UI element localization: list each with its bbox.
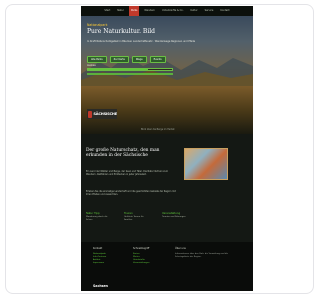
progress-fill bbox=[88, 69, 149, 70]
hero-title: Pure Naturkultur. Bild bbox=[87, 28, 156, 35]
paragraph-1: Ein Land der Wälder und Berge, der Seen … bbox=[86, 170, 168, 176]
progress-bar bbox=[87, 68, 173, 71]
hero-button-events[interactable]: Events bbox=[149, 56, 166, 63]
hero-button-ways[interactable]: Wege bbox=[131, 56, 147, 63]
footer-text: Informationen über den Park, die Verwalt… bbox=[175, 253, 229, 258]
map-image[interactable] bbox=[184, 148, 228, 180]
hero-banner: Nationalpark Pure Naturkultur. Bild In K… bbox=[81, 16, 253, 134]
footer-link[interactable]: Veranstaltungen bbox=[133, 262, 149, 265]
webpage-thumbnail[interactable]: Start Natur Parks Wandern Unterkünfte & … bbox=[81, 6, 253, 291]
feature-heading: Veranstaltung bbox=[162, 212, 181, 215]
feature-heading: Natur Tipp bbox=[86, 212, 100, 215]
footer-heading: Schnellzugriff bbox=[133, 247, 150, 250]
logo-mark-icon bbox=[88, 110, 93, 118]
footer-signature: Sachsen bbox=[93, 284, 108, 288]
feature-text: Geführte Touren für Familien bbox=[124, 216, 144, 221]
footer-column-quicklinks: Schnellzugriff Karten Wetter Unterkünfte… bbox=[133, 247, 149, 265]
footer-column-contact: Kontakt Nationalpark Info-Zentrum Anfahr… bbox=[93, 247, 106, 265]
nav-item-wandern[interactable]: Wandern bbox=[142, 6, 157, 16]
section-title: Der große Naturschatz, den man erkunden … bbox=[86, 148, 160, 158]
footer-heading: Kontakt bbox=[93, 247, 103, 250]
hero-caption: Blick über die Berge im Herbst bbox=[141, 128, 175, 131]
hero-button-map[interactable]: Zur Karte bbox=[109, 56, 129, 63]
nav-item-unterkuenfte[interactable]: Unterkünfte & Co. bbox=[160, 6, 185, 16]
main-content: Der große Naturschatz, den man erkunden … bbox=[81, 134, 253, 242]
hero-button-parks[interactable]: Alle Parks bbox=[87, 56, 107, 63]
hero-text: In Kraft Naturschutzgebiet in Bäumen Lan… bbox=[87, 40, 196, 43]
feature-columns: Natur Tipp Wanderung durch die Felsen To… bbox=[86, 212, 190, 222]
logo-text: SÄCHSISCHE bbox=[93, 112, 117, 116]
feature-column[interactable]: Touren Geführte Touren für Familien bbox=[124, 212, 152, 222]
top-nav: Start Natur Parks Wandern Unterkünfte & … bbox=[81, 6, 253, 16]
feature-text: Wanderung durch die Felsen bbox=[86, 216, 108, 221]
nav-item-kontakt[interactable]: Kontakt bbox=[218, 6, 231, 16]
feature-text: Termine und Führungen bbox=[162, 216, 186, 218]
progress-label: Ausbau bbox=[87, 64, 96, 67]
paragraph-2: Erleben Sie die einmalige Landschaft und… bbox=[86, 190, 176, 196]
mountain-silhouette bbox=[81, 56, 253, 86]
nav-item-start[interactable]: Start bbox=[102, 6, 112, 16]
feature-column[interactable]: Veranstaltung Termine und Führungen bbox=[162, 212, 190, 222]
nav-item-natur[interactable]: Natur bbox=[115, 6, 126, 16]
brand-logo[interactable]: SÄCHSISCHE bbox=[87, 109, 117, 119]
hero-button-row: Alle Parks Zur Karte Wege Events bbox=[87, 56, 166, 63]
footer-heading: Über uns bbox=[175, 247, 186, 250]
hero-kicker: Nationalpark bbox=[87, 23, 108, 27]
nav-item-service[interactable]: Service bbox=[203, 6, 216, 16]
nav-item-kultur[interactable]: Kultur bbox=[188, 6, 199, 16]
footer-link[interactable]: Impressum bbox=[93, 262, 106, 265]
feature-heading: Touren bbox=[124, 212, 133, 215]
footer-column-about: Über uns Informationen über den Park, di… bbox=[175, 247, 231, 259]
footer: Kontakt Nationalpark Info-Zentrum Anfahr… bbox=[81, 242, 253, 291]
nav-item-parks[interactable]: Parks bbox=[128, 6, 140, 16]
progress-underline bbox=[87, 73, 173, 75]
feature-column[interactable]: Natur Tipp Wanderung durch die Felsen bbox=[86, 212, 114, 222]
